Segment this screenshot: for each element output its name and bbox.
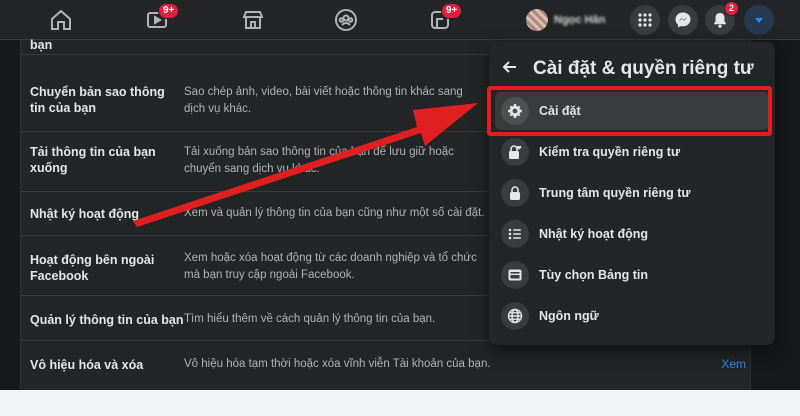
notifications-button[interactable]: 2 (705, 1, 739, 35)
list-icon (501, 220, 529, 248)
profile-name: Ngọc Hân (554, 14, 606, 26)
gaming-badge: 9+ (441, 3, 463, 19)
notifications-badge: 2 (723, 1, 739, 16)
lock-heart-icon (501, 138, 529, 166)
menu-item-label: Ngôn ngữ (539, 309, 599, 323)
messenger-button[interactable] (668, 5, 698, 35)
menu-item-news-feed-preferences[interactable]: Tùy chọn Bảng tin (495, 256, 769, 294)
menu-item-language[interactable]: Ngôn ngữ (495, 297, 769, 335)
gaming-icon[interactable]: 9+ (425, 3, 463, 34)
row-title: Tải thông tin của bạn xuống (30, 145, 156, 175)
row-description: Tải xuống bản sao thông tin của bạn để l… (184, 146, 454, 175)
row-description: Xem hoặc xóa hoạt động từ các doanh nghi… (184, 252, 477, 281)
row-description: Vô hiệu hóa tạm thời hoặc xóa vĩnh viễn … (184, 358, 491, 370)
account-menu-button[interactable] (744, 5, 774, 35)
menu-item-privacy-center[interactable]: Trung tâm quyền riêng tư (495, 174, 769, 212)
row-title: Quản lý thông tin của bạn (30, 313, 184, 327)
back-button[interactable] (501, 58, 519, 81)
messenger-icon (675, 12, 691, 28)
groups-icon[interactable] (331, 6, 361, 34)
row-title: Chuyển bản sao thông tin của bạn (30, 85, 165, 115)
globe-icon (501, 302, 529, 330)
menu-item-privacy-checkup[interactable]: Kiểm tra quyền riêng tư (495, 133, 769, 171)
highlight-box (487, 86, 772, 136)
row-title: Nhật ký hoạt động (30, 207, 140, 221)
arrow-left-icon (502, 60, 516, 73)
apps-menu-button[interactable] (630, 5, 660, 35)
settings-row[interactable]: Vô hiệu hóa và xóa Vô hiệu hóa tạm thời … (21, 341, 752, 390)
view-link[interactable]: Xem (721, 357, 746, 371)
row-title: bạn (30, 38, 53, 52)
marketplace-icon[interactable] (238, 6, 268, 34)
row-description: Xem và quản lý thông tin của bạn cũng nh… (184, 207, 485, 219)
home-icon[interactable] (46, 6, 76, 34)
news-feed-icon (501, 261, 529, 289)
menu-item-label: Nhật ký hoạt động (539, 227, 649, 241)
menu-item-activity-log[interactable]: Nhật ký hoạt động (495, 215, 769, 253)
caret-down-icon (755, 18, 763, 23)
row-description: Sao chép ảnh, video, bài viết hoặc thông… (184, 86, 463, 115)
watch-badge: 9+ (158, 3, 180, 19)
dropdown-title: Cài đặt & quyền riêng tư (533, 58, 754, 79)
dropdown-header: Cài đặt & quyền riêng tư (501, 54, 754, 84)
menu-item-label: Kiểm tra quyền riêng tư (539, 145, 681, 159)
row-title: Vô hiệu hóa và xóa (30, 358, 144, 372)
menu-item-label: Trung tâm quyền riêng tư (539, 186, 691, 200)
row-title: Hoạt động bên ngoài Facebook (30, 253, 155, 283)
avatar (526, 9, 548, 31)
page-footer-strip (0, 390, 800, 416)
apps-grid-icon (638, 13, 652, 27)
menu-item-label: Tùy chọn Bảng tin (539, 268, 649, 282)
watch-icon[interactable]: 9+ (142, 3, 180, 34)
profile-chip[interactable]: Ngọc Hân (522, 5, 613, 35)
row-description: Tìm hiểu thêm về cách quản lý thông tin … (184, 313, 436, 325)
lock-icon (501, 179, 529, 207)
